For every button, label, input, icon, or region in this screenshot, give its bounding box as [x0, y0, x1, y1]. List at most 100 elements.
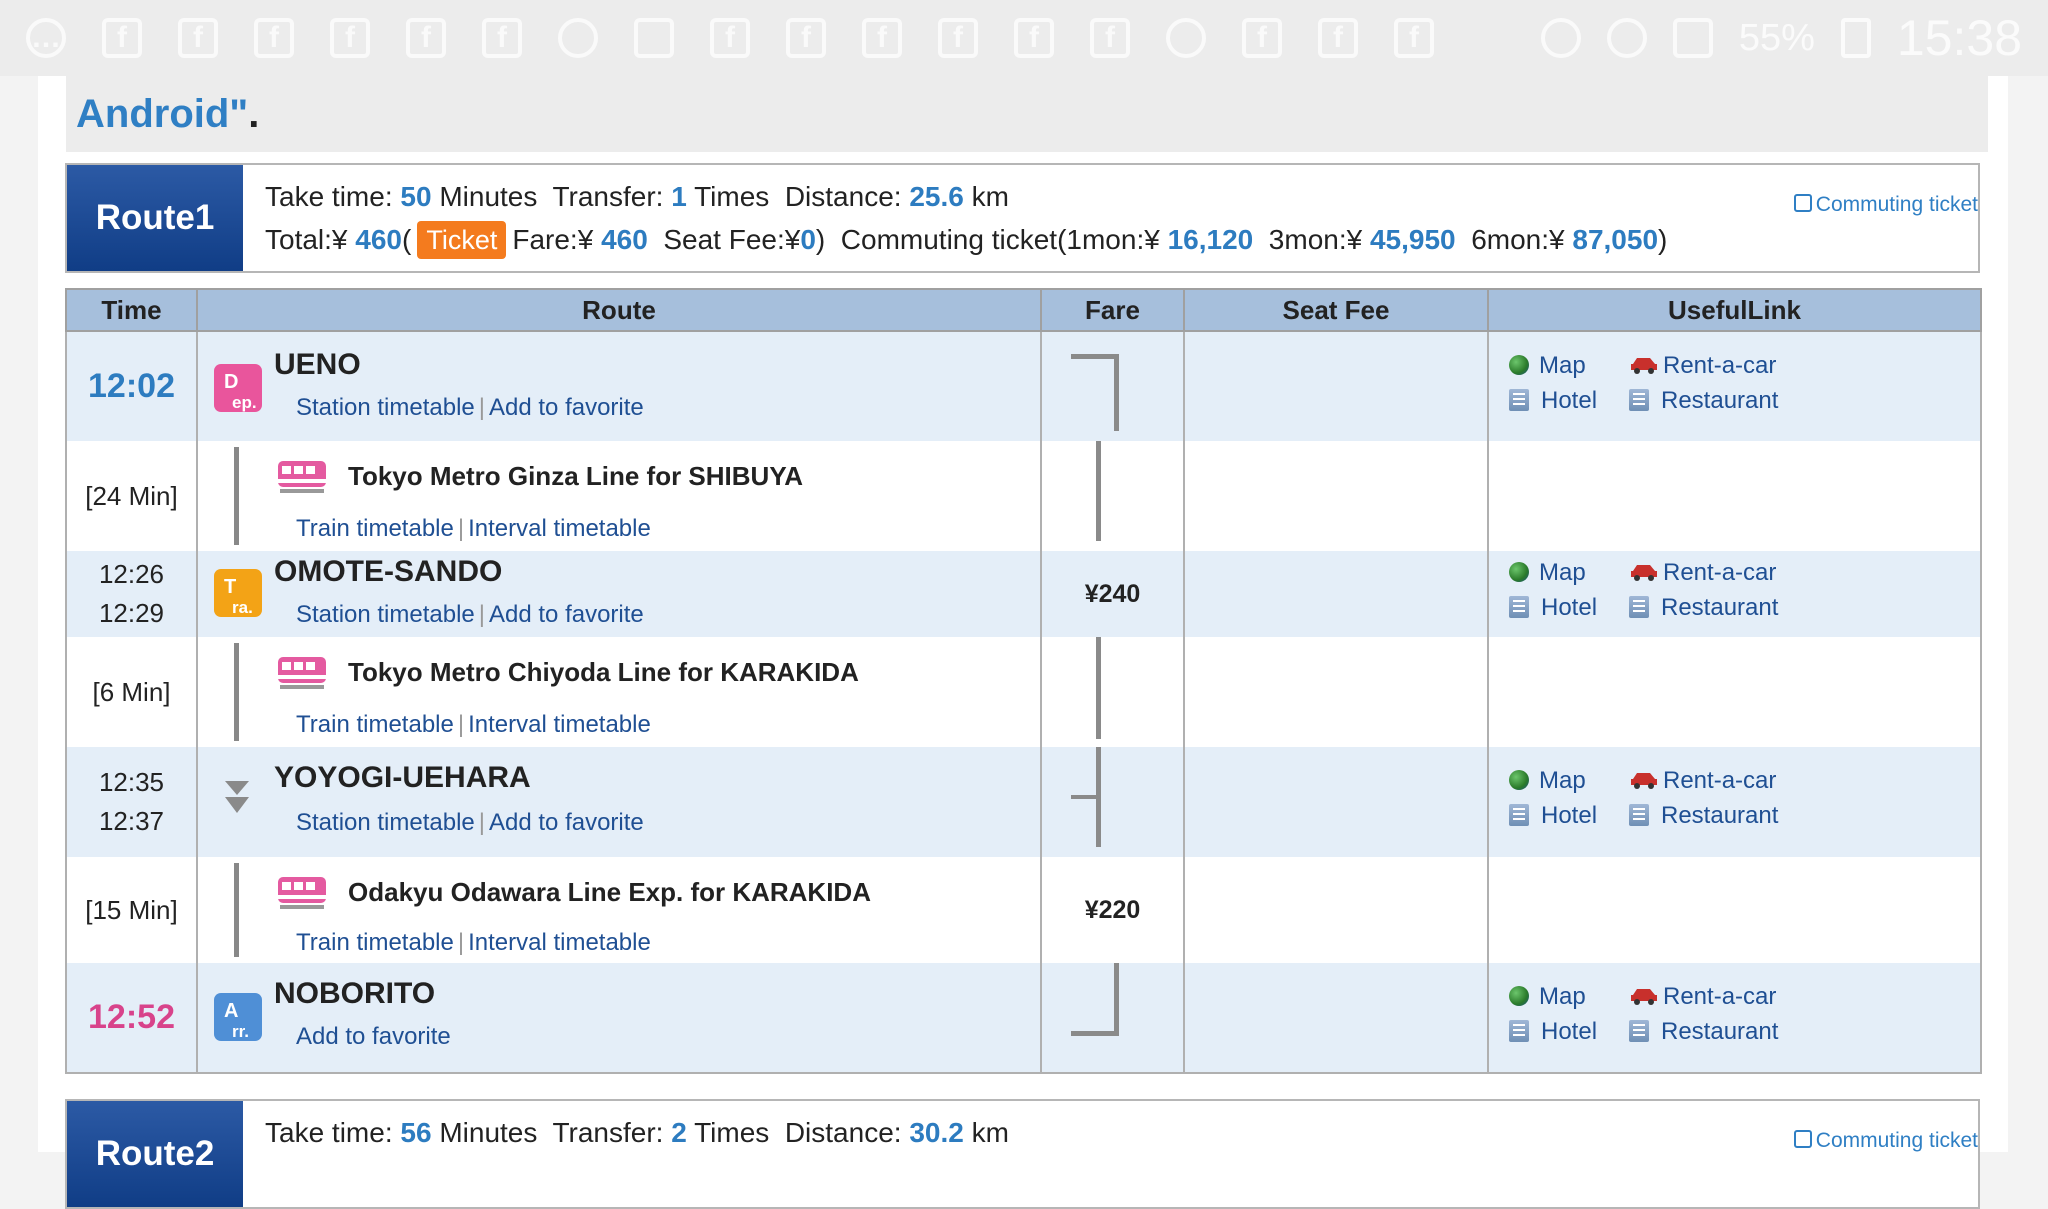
- arrival-time: 12:35: [98, 767, 165, 797]
- building-icon: [1629, 1019, 1649, 1042]
- facebook-icon: f: [1014, 18, 1054, 58]
- fare-bracket-tick: [1071, 795, 1101, 799]
- transfer-value: 1: [671, 181, 687, 212]
- restaurant-link[interactable]: Restaurant: [1629, 594, 1778, 622]
- station-timetable-link[interactable]: Station timetable: [296, 601, 475, 628]
- commuting-6mon: 87,050: [1572, 224, 1659, 255]
- station-timetable-link[interactable]: Station timetable: [296, 809, 475, 836]
- arrival-time: 12:26: [98, 559, 165, 589]
- fare-cell: [1040, 637, 1185, 747]
- rent-a-car-link[interactable]: Rent-a-car: [1629, 559, 1776, 587]
- line-cell: Odakyu Odawara Line Exp. for KARAKIDA Tr…: [196, 857, 1042, 963]
- station-timetable-link[interactable]: Station timetable: [296, 394, 475, 421]
- hotel-link[interactable]: Hotel: [1509, 594, 1597, 622]
- fare-label: Fare:¥: [512, 224, 594, 255]
- map-link[interactable]: Map: [1509, 767, 1586, 795]
- route2-label: Route2: [67, 1101, 243, 1207]
- table-row: [24 Min] Tokyo Metro Ginza Line for SHIB…: [65, 441, 1982, 551]
- useful-links-cell: [1487, 857, 1982, 963]
- globe-icon: [1509, 769, 1529, 790]
- ticket-badge: Ticket: [417, 221, 507, 259]
- facebook-icon: f: [482, 18, 522, 58]
- restaurant-label: Restaurant: [1661, 802, 1779, 829]
- hotel-link[interactable]: Hotel: [1509, 802, 1597, 830]
- battery-icon: [1840, 18, 1871, 58]
- rent-a-car-link[interactable]: Rent-a-car: [1629, 767, 1776, 795]
- cleaner-icon: [634, 18, 674, 58]
- line-name: Tokyo Metro Chiyoda Line for KARAKIDA: [348, 657, 859, 687]
- hotel-link[interactable]: Hotel: [1509, 1018, 1597, 1046]
- station-name[interactable]: OMOTE-SANDO: [274, 555, 502, 589]
- rent-a-car-link[interactable]: Rent-a-car: [1629, 352, 1776, 380]
- interval-timetable-link[interactable]: Interval timetable: [468, 929, 651, 956]
- route1-commuting-ticket-link[interactable]: Commuting ticket: [1793, 193, 1978, 217]
- hotel-label: Hotel: [1541, 387, 1598, 414]
- col-time: Time: [65, 288, 198, 332]
- line-links: Train timetable | Interval timetable: [296, 515, 651, 542]
- interval-timetable-link[interactable]: Interval timetable: [468, 515, 651, 542]
- minutes-label: Minutes: [439, 181, 538, 212]
- km-label: km: [971, 1117, 1009, 1148]
- add-favorite-link[interactable]: Add to favorite: [489, 394, 644, 421]
- rent-label: Rent-a-car: [1663, 559, 1777, 586]
- line-cell: Tokyo Metro Ginza Line for SHIBUYA Train…: [196, 441, 1042, 551]
- commuting-3mon: 45,950: [1369, 224, 1456, 255]
- col-useful-link: UsefulLink: [1487, 288, 1982, 332]
- train-timetable-link[interactable]: Train timetable: [296, 515, 454, 542]
- hotel-link[interactable]: Hotel: [1509, 387, 1597, 415]
- chat-icon: …: [26, 18, 66, 58]
- arrival-badge-icon: Arr.: [214, 993, 262, 1041]
- badge-letter: A: [224, 1000, 239, 1022]
- station-name[interactable]: UENO: [274, 348, 361, 382]
- restaurant-label: Restaurant: [1661, 594, 1779, 621]
- map-label: Map: [1539, 983, 1586, 1010]
- route-line: [234, 447, 239, 545]
- map-link[interactable]: Map: [1509, 983, 1586, 1011]
- car-icon: [1631, 564, 1657, 581]
- train-timetable-link[interactable]: Train timetable: [296, 929, 454, 956]
- map-link[interactable]: Map: [1509, 352, 1586, 380]
- departure-time: 12:29: [98, 598, 165, 628]
- station-name[interactable]: NOBORITO: [274, 977, 435, 1011]
- restaurant-link[interactable]: Restaurant: [1629, 802, 1778, 830]
- add-favorite-link[interactable]: Add to favorite: [489, 601, 644, 628]
- ticket-icon: [1793, 194, 1812, 213]
- rent-a-car-link[interactable]: Rent-a-car: [1629, 983, 1776, 1011]
- transfer-times: 12:35 12:37: [65, 747, 198, 857]
- add-favorite-link[interactable]: Add to favorite: [489, 809, 644, 836]
- route-line: [234, 643, 239, 741]
- seat-fee-cell: [1183, 441, 1489, 551]
- route1-line1: Take time: 50 Minutes Transfer: 1 Times …: [265, 175, 1667, 218]
- interval-timetable-link[interactable]: Interval timetable: [468, 711, 651, 738]
- rent-label: Rent-a-car: [1663, 352, 1777, 379]
- ticket-icon: [1793, 1130, 1812, 1149]
- restaurant-link[interactable]: Restaurant: [1629, 387, 1778, 415]
- transfer-badge-icon: Tra.: [214, 569, 262, 617]
- android-link[interactable]: Android": [76, 92, 248, 136]
- map-link[interactable]: Map: [1509, 559, 1586, 587]
- route2-commuting-ticket-link[interactable]: Commuting ticket: [1793, 1129, 1978, 1153]
- restaurant-label: Restaurant: [1661, 387, 1779, 414]
- train-icon: [278, 657, 326, 689]
- station-name[interactable]: YOYOGI-UEHARA: [274, 761, 531, 795]
- train-timetable-link[interactable]: Train timetable: [296, 711, 454, 738]
- seat-fee-cell: [1183, 637, 1489, 747]
- fare-cell: [1040, 441, 1185, 551]
- building-icon: [1629, 803, 1649, 826]
- page-content: Android". Route1 Take time: 50 Minutes T…: [38, 76, 2008, 1209]
- minutes-label: Minutes: [439, 1117, 538, 1148]
- mon3-label: 3mon:¥: [1268, 224, 1363, 255]
- arrival-time: 12:52: [65, 963, 198, 1074]
- station-cell: YOYOGI-UEHARA Station timetable | Add to f…: [196, 747, 1042, 857]
- facebook-icon: f: [786, 18, 826, 58]
- facebook-icon: f: [254, 18, 294, 58]
- useful-links-cell: Map Rent-a-car Hotel Restaurant: [1487, 747, 1982, 857]
- ride-duration: [24 Min]: [65, 441, 198, 551]
- add-favorite-link[interactable]: Add to favorite: [296, 1023, 451, 1050]
- distance-label: Distance:: [784, 181, 902, 212]
- restaurant-link[interactable]: Restaurant: [1629, 1018, 1778, 1046]
- building-icon: [1629, 595, 1649, 618]
- ride-duration: [6 Min]: [65, 637, 198, 747]
- ride-duration: [15 Min]: [65, 857, 198, 963]
- notice-banner: Android".: [66, 76, 1988, 152]
